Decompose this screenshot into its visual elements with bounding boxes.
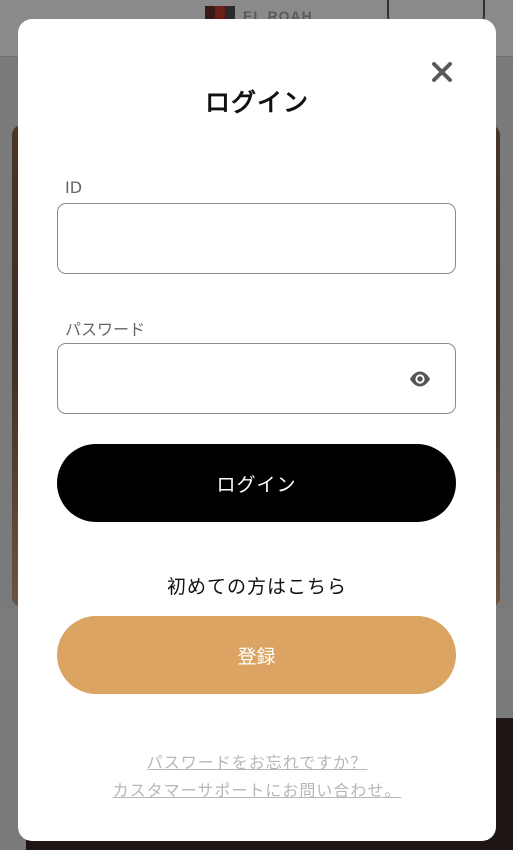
- first-time-text: 初めての方はこちら: [166, 576, 347, 598]
- login-button[interactable]: ログイン: [57, 444, 456, 522]
- login-modal: ログイン ID パスワード ログイン 初めての方はこちら 登録 パスワードをお忘…: [18, 19, 496, 841]
- close-button[interactable]: [429, 59, 455, 85]
- password-label: パスワード: [65, 320, 146, 339]
- show-password-toggle[interactable]: [409, 370, 431, 388]
- id-field-container[interactable]: [57, 203, 456, 275]
- id-input[interactable]: [72, 204, 396, 275]
- register-button[interactable]: 登録: [57, 616, 456, 694]
- modal-title: ログイン: [204, 88, 309, 117]
- password-input[interactable]: [72, 344, 396, 415]
- id-label: ID: [65, 178, 83, 197]
- password-field-container[interactable]: [57, 343, 456, 415]
- background-card-image: [26, 840, 496, 850]
- forgot-password-link[interactable]: パスワードをお忘れですか？: [18, 749, 496, 773]
- close-icon: [432, 62, 452, 82]
- customer-support-link[interactable]: カスタマーサポートにお問い合わせ。: [18, 777, 496, 801]
- eye-icon: [410, 371, 430, 387]
